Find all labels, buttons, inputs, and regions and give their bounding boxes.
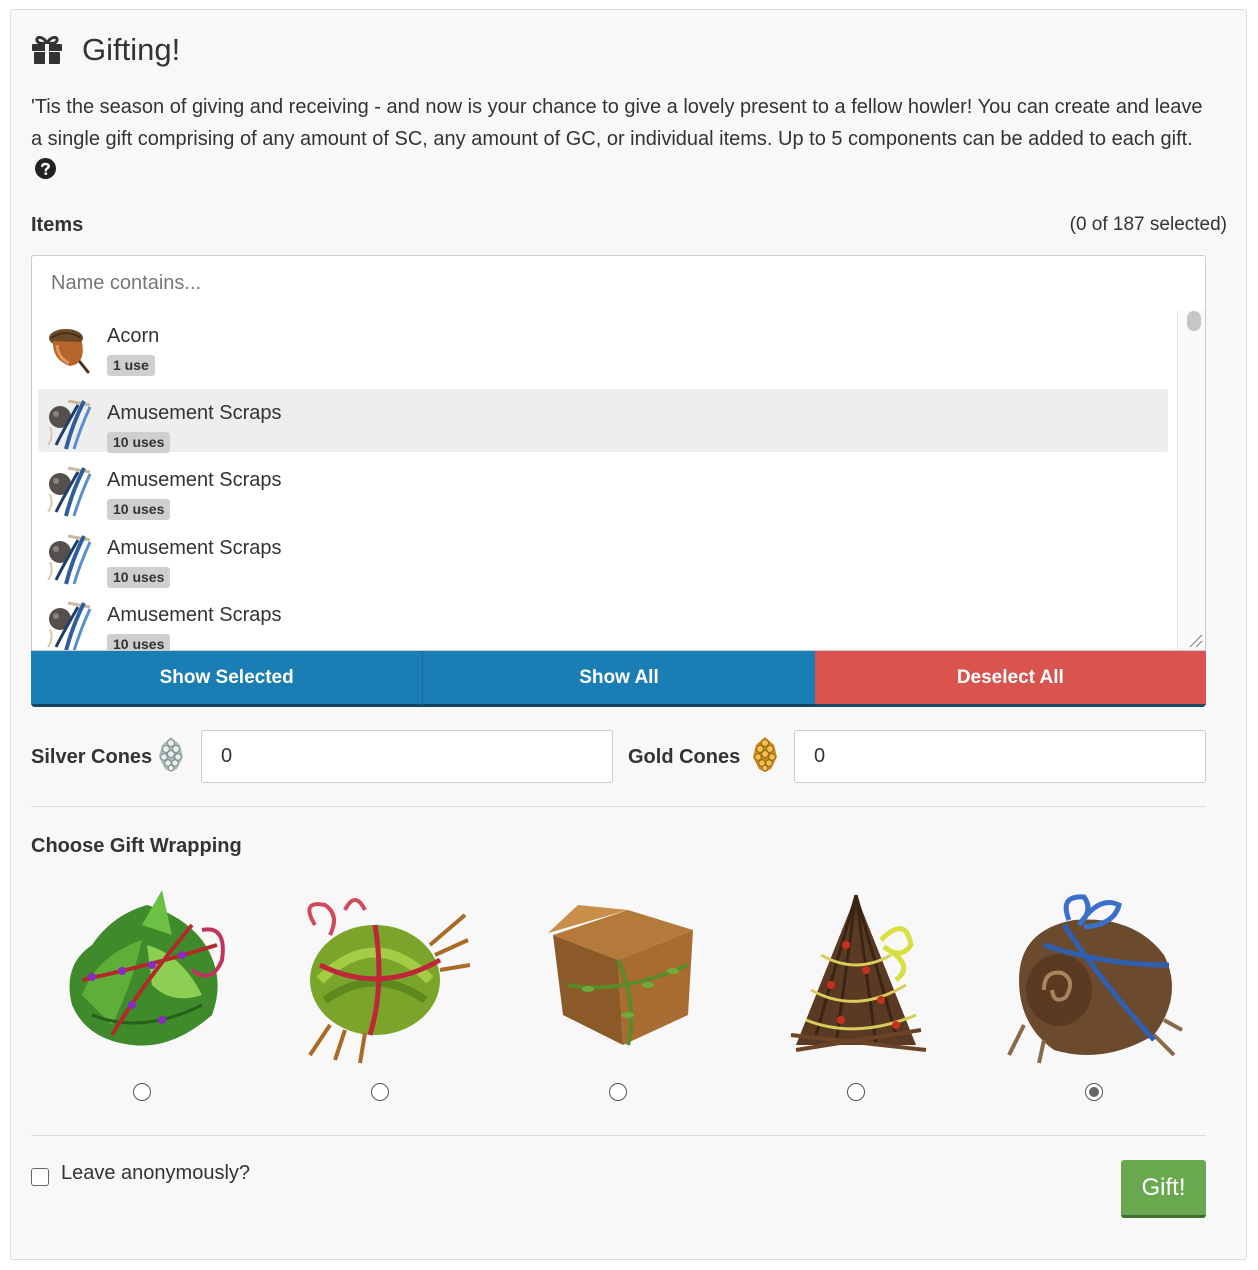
item-name: Amusement Scraps [107, 604, 282, 626]
item-uses-badge: 10 uses [107, 567, 171, 588]
twig-tree-wrap-icon [766, 885, 946, 1065]
page-title: Gifting! [82, 32, 181, 67]
show-all-button[interactable]: Show All [422, 651, 815, 707]
resize-handle-icon[interactable] [1184, 629, 1204, 649]
divider [31, 1135, 1206, 1136]
divider [31, 806, 1206, 807]
wrap-option-leaf[interactable] [52, 885, 232, 1095]
question-circle-icon[interactable] [35, 158, 56, 190]
intro-paragraph: 'Tis the season of giving and receiving … [31, 96, 1203, 150]
silver-cone-icon [152, 735, 186, 779]
page-header: Gifting! [31, 30, 180, 70]
item-name: Acorn [107, 325, 160, 347]
item-uses-badge: 10 uses [107, 432, 171, 453]
gold-cones-label-row: Gold Cones [628, 737, 780, 774]
wrap-radio-5[interactable] [1085, 1083, 1103, 1101]
list-scrollbar[interactable] [1177, 310, 1205, 650]
item-search-input[interactable] [31, 255, 1206, 311]
leaf-wrap-icon [52, 885, 232, 1065]
wrap-option-grass[interactable] [290, 885, 471, 1095]
scraps-icon [42, 397, 96, 451]
item-filter-buttons: Show Selected Show All Deselect All [31, 651, 1206, 707]
item-list[interactable]: Acorn 1 use Amusement Scraps 10 uses Amu… [31, 310, 1206, 651]
gold-cones-input[interactable] [794, 730, 1206, 783]
gold-cone-icon [746, 735, 780, 779]
scraps-icon [42, 532, 96, 586]
wrap-radio-2[interactable] [371, 1083, 389, 1101]
silver-cones-label-row: Silver Cones [31, 737, 186, 774]
item-uses-badge: 10 uses [107, 634, 171, 650]
list-item[interactable]: Amusement Scraps 10 uses [38, 456, 1168, 520]
wrap-option-bark[interactable] [1004, 885, 1184, 1095]
gift-submit-button[interactable]: Gift! [1121, 1160, 1206, 1218]
wrap-radio-4[interactable] [847, 1083, 865, 1101]
scraps-icon [42, 599, 96, 650]
silver-cones-label: Silver Cones [31, 745, 153, 768]
gift-wrapping-label: Choose Gift Wrapping [31, 835, 242, 857]
item-name: Amusement Scraps [107, 402, 282, 424]
bark-roll-wrap-icon [1004, 885, 1184, 1065]
show-selected-button[interactable]: Show Selected [31, 651, 423, 707]
cardboard-box-wrap-icon [528, 885, 708, 1065]
item-name: Amusement Scraps [107, 537, 282, 559]
list-item[interactable]: Amusement Scraps 10 uses [38, 524, 1168, 588]
scrollbar-thumb[interactable] [1187, 311, 1201, 331]
intro-text: 'Tis the season of giving and receiving … [31, 92, 1211, 190]
items-label: Items [31, 214, 84, 236]
grass-bundle-wrap-icon [290, 885, 471, 1065]
items-selected-count: (0 of 187 selected) [1069, 214, 1227, 235]
anonymous-label[interactable]: Leave anonymously? [61, 1162, 250, 1185]
wrap-radio-3[interactable] [609, 1083, 627, 1101]
list-item[interactable]: Acorn 1 use [38, 312, 1168, 376]
scraps-icon [42, 464, 96, 518]
deselect-all-button[interactable]: Deselect All [814, 651, 1206, 707]
wrap-option-twig[interactable] [766, 885, 946, 1095]
list-item[interactable]: Amusement Scraps 10 uses [38, 389, 1168, 453]
list-item[interactable]: Amusement Scraps 10 uses [38, 591, 1168, 650]
item-name: Amusement Scraps [107, 469, 282, 491]
gift-icon [31, 36, 63, 64]
wrap-radio-1[interactable] [133, 1083, 151, 1101]
silver-cones-input[interactable] [201, 730, 613, 783]
gold-cones-label: Gold Cones [628, 745, 741, 768]
wrap-option-box[interactable] [528, 885, 708, 1095]
acorn-icon [42, 320, 96, 374]
item-uses-badge: 10 uses [107, 499, 171, 520]
item-uses-badge: 1 use [107, 355, 155, 376]
anonymous-checkbox[interactable] [31, 1168, 49, 1186]
